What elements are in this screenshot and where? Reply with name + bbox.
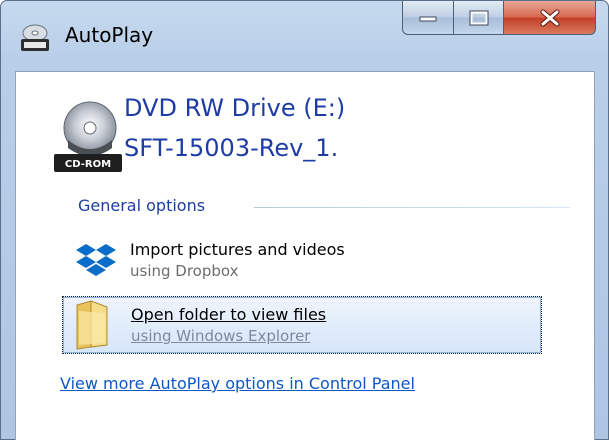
- autoplay-app-icon: [19, 21, 51, 53]
- autoplay-window: AutoPlay CD-ROM DVD RW Drive (E:) SFT-15…: [0, 0, 609, 440]
- close-button[interactable]: [504, 1, 596, 35]
- general-options-heading: General options: [78, 196, 214, 215]
- disc-label: SFT-15003-Rev_1.: [124, 134, 339, 162]
- minimize-button[interactable]: [402, 1, 454, 35]
- option-title: Import pictures and videos: [130, 240, 345, 259]
- minimize-icon: [419, 16, 437, 21]
- option-open-folder[interactable]: Open folder to view files using Windows …: [62, 296, 542, 354]
- window-title: AutoPlay: [65, 23, 154, 47]
- title-bar[interactable]: AutoPlay: [1, 1, 608, 69]
- option-import-dropbox[interactable]: Import pictures and videos using Dropbox: [62, 232, 542, 290]
- option-title: Open folder to view files: [131, 305, 327, 324]
- folder-icon: [71, 299, 119, 351]
- cd-rom-badge: CD-ROM: [65, 159, 111, 170]
- device-name: DVD RW Drive (E:): [124, 94, 346, 122]
- close-icon: [540, 9, 559, 26]
- option-subtitle: using Dropbox: [130, 262, 239, 280]
- control-panel-link[interactable]: View more AutoPlay options in Control Pa…: [60, 374, 415, 393]
- option-subtitle: using Windows Explorer: [131, 327, 311, 345]
- maximize-button[interactable]: [454, 1, 504, 35]
- caption-buttons: [402, 1, 596, 37]
- cd-rom-drive-icon: CD-ROM: [54, 98, 124, 178]
- maximize-icon: [469, 10, 488, 25]
- dropbox-icon: [76, 240, 116, 280]
- section-divider: [254, 207, 570, 208]
- dialog-content: CD-ROM DVD RW Drive (E:) SFT-15003-Rev_1…: [15, 71, 595, 440]
